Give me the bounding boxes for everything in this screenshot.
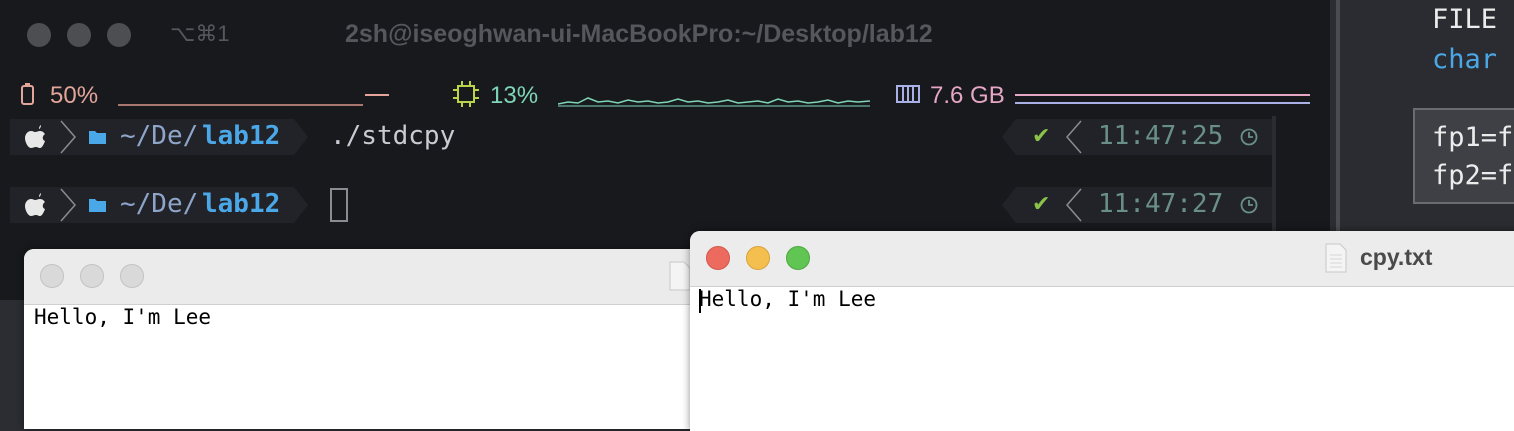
zoom-button[interactable] [120,264,144,288]
battery-icon [21,83,34,105]
zoom-button[interactable] [107,23,131,47]
status-ok-icon: ✔ [1032,123,1051,148]
folder-icon [89,131,106,144]
apple-icon [25,125,45,148]
prompt-line: ~/De/ lab12 ./stdcpy ✔ 11:47:25 [10,119,1274,155]
memory-graph [1015,94,1310,96]
path-prefix: ~/De/ [120,121,199,151]
folder-icon [89,199,106,212]
cpu-graph [558,97,870,107]
code-line-2: char b [1432,44,1514,75]
document-text[interactable]: Hello, I'm Lee [699,287,876,311]
cpu-percent: 13% [490,82,539,109]
document-text[interactable]: Hello, I'm Lee [34,305,211,329]
close-button[interactable] [27,23,51,47]
window-title: cpy.txt [1360,244,1433,270]
cpu-icon [453,81,479,107]
zoom-button[interactable] [786,246,810,270]
window-titlebar[interactable]: cpy.txt [690,231,1514,287]
timestamp: 11:47:25 [1098,121,1224,151]
battery-graph [118,104,363,106]
document-icon [1325,243,1347,273]
battery-percent: 50% [50,82,99,109]
minimize-button[interactable] [80,264,104,288]
memory-graph-swap [1015,102,1310,104]
command-text: ./stdcpy [330,121,456,151]
memory-icon [896,85,920,103]
textedit-window-cpy[interactable]: cpy.txt Hello, I'm Lee [690,231,1514,431]
code-line-3: fp1=fo [1432,122,1514,153]
segment-separator-icon [60,188,76,222]
segment-separator-left-icon [1066,188,1082,222]
clock-icon [1240,128,1258,146]
path-prefix: ~/De/ [120,189,199,219]
close-button[interactable] [706,246,730,270]
textedit-window-left[interactable]: Hello, I'm Lee [24,249,704,429]
close-button[interactable] [40,264,64,288]
code-line-1: FILE * [1432,4,1514,35]
minimize-button[interactable] [746,246,770,270]
document-icon [669,261,691,291]
segment-separator-icon [60,120,76,154]
terminal-cursor[interactable] [330,188,348,222]
path-directory: lab12 [202,189,281,219]
status-ok-icon: ✔ [1032,191,1051,216]
prompt-line: ~/De/ lab12 ✔ 11:47:27 [10,187,1274,223]
code-line-4: fp2=fo [1432,160,1514,191]
battery-graph-level [365,94,389,96]
terminal-title: 2sh@iseoghwan-ui-MacBookPro:~/Desktop/la… [345,20,933,48]
apple-icon [25,193,45,216]
minimize-button[interactable] [67,23,91,47]
memory-usage: 7.6 GB [930,82,1005,109]
clock-icon [1240,196,1258,214]
timestamp: 11:47:27 [1098,189,1224,219]
path-directory: lab12 [202,121,281,151]
tab-shortcut-label: ⌥⌘1 [170,21,230,46]
window-titlebar[interactable] [24,249,704,305]
segment-separator-left-icon [1066,120,1082,154]
